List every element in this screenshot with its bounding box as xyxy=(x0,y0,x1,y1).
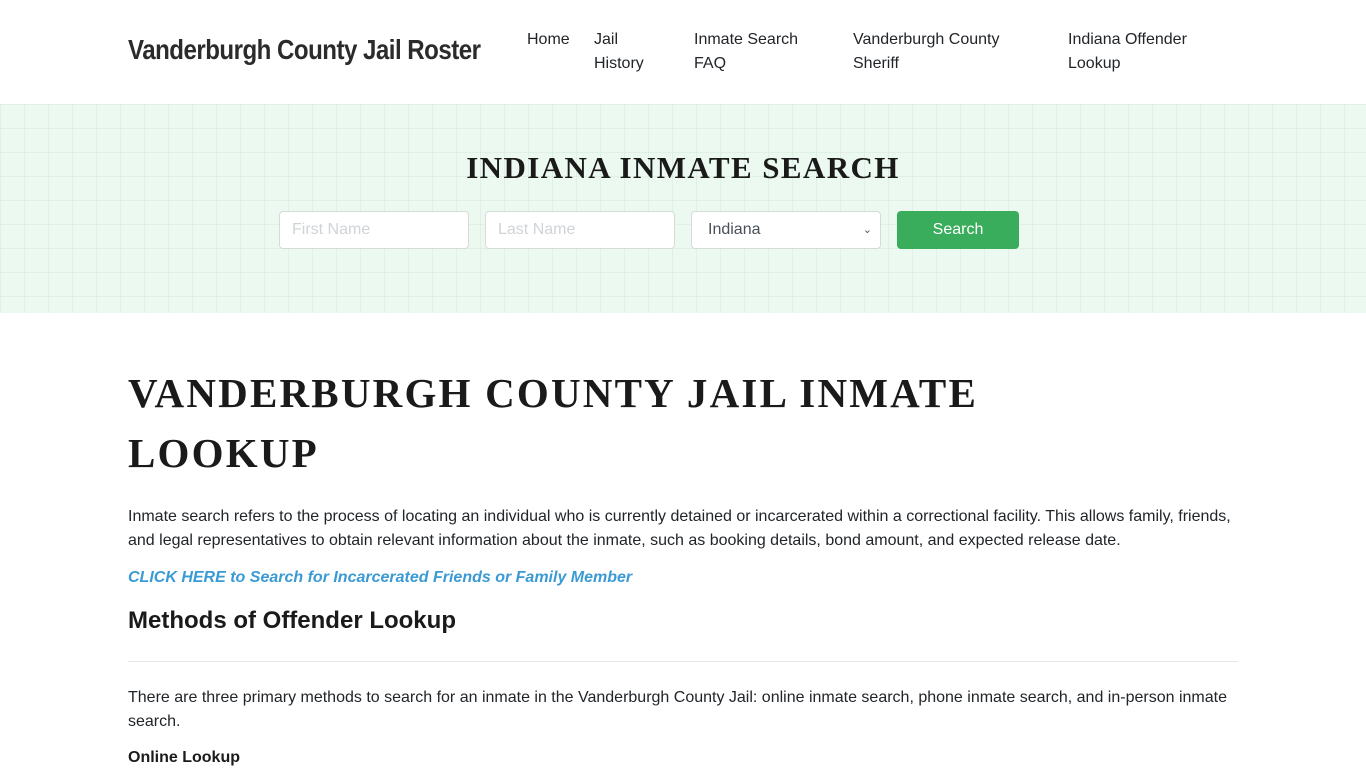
nav-jail-history[interactable]: Jail History xyxy=(594,28,654,76)
online-lookup-heading: Online Lookup xyxy=(128,749,240,766)
search-button[interactable]: Search xyxy=(897,211,1019,249)
nav-home[interactable]: Home xyxy=(527,28,577,52)
intro-paragraph: Inmate search refers to the process of l… xyxy=(128,508,1231,549)
nav-inmate-search-faq[interactable]: Inmate Search FAQ xyxy=(694,28,814,76)
site-header: Vanderburgh County Jail Roster Home Jail… xyxy=(0,0,1366,104)
chevron-down-icon: ⌄ xyxy=(862,224,872,236)
section-divider xyxy=(128,661,1238,662)
state-select[interactable]: Indiana ⌄ xyxy=(691,211,881,249)
nav-vanderburgh-county-sheriff[interactable]: Vanderburgh County Sheriff xyxy=(853,28,1013,76)
first-name-input[interactable] xyxy=(279,211,469,249)
search-incarcerated-link[interactable]: CLICK HERE to Search for Incarcerated Fr… xyxy=(128,569,632,587)
state-select-value: Indiana xyxy=(708,221,761,238)
methods-paragraph: There are three primary methods to searc… xyxy=(128,689,1227,730)
search-section-title: INDIANA INMATE SEARCH xyxy=(466,150,900,185)
methods-heading: Methods of Offender Lookup xyxy=(128,607,456,634)
site-brand-link[interactable]: Vanderburgh County Jail Roster xyxy=(128,34,481,66)
inmate-search-section: INDIANA INMATE SEARCH Indiana ⌄ Search xyxy=(0,104,1366,313)
last-name-input[interactable] xyxy=(485,211,675,249)
nav-indiana-offender-lookup[interactable]: Indiana Offender Lookup xyxy=(1068,28,1198,76)
page-title: VANDERBURGH COUNTY JAIL INMATE LOOKUP xyxy=(128,370,979,476)
